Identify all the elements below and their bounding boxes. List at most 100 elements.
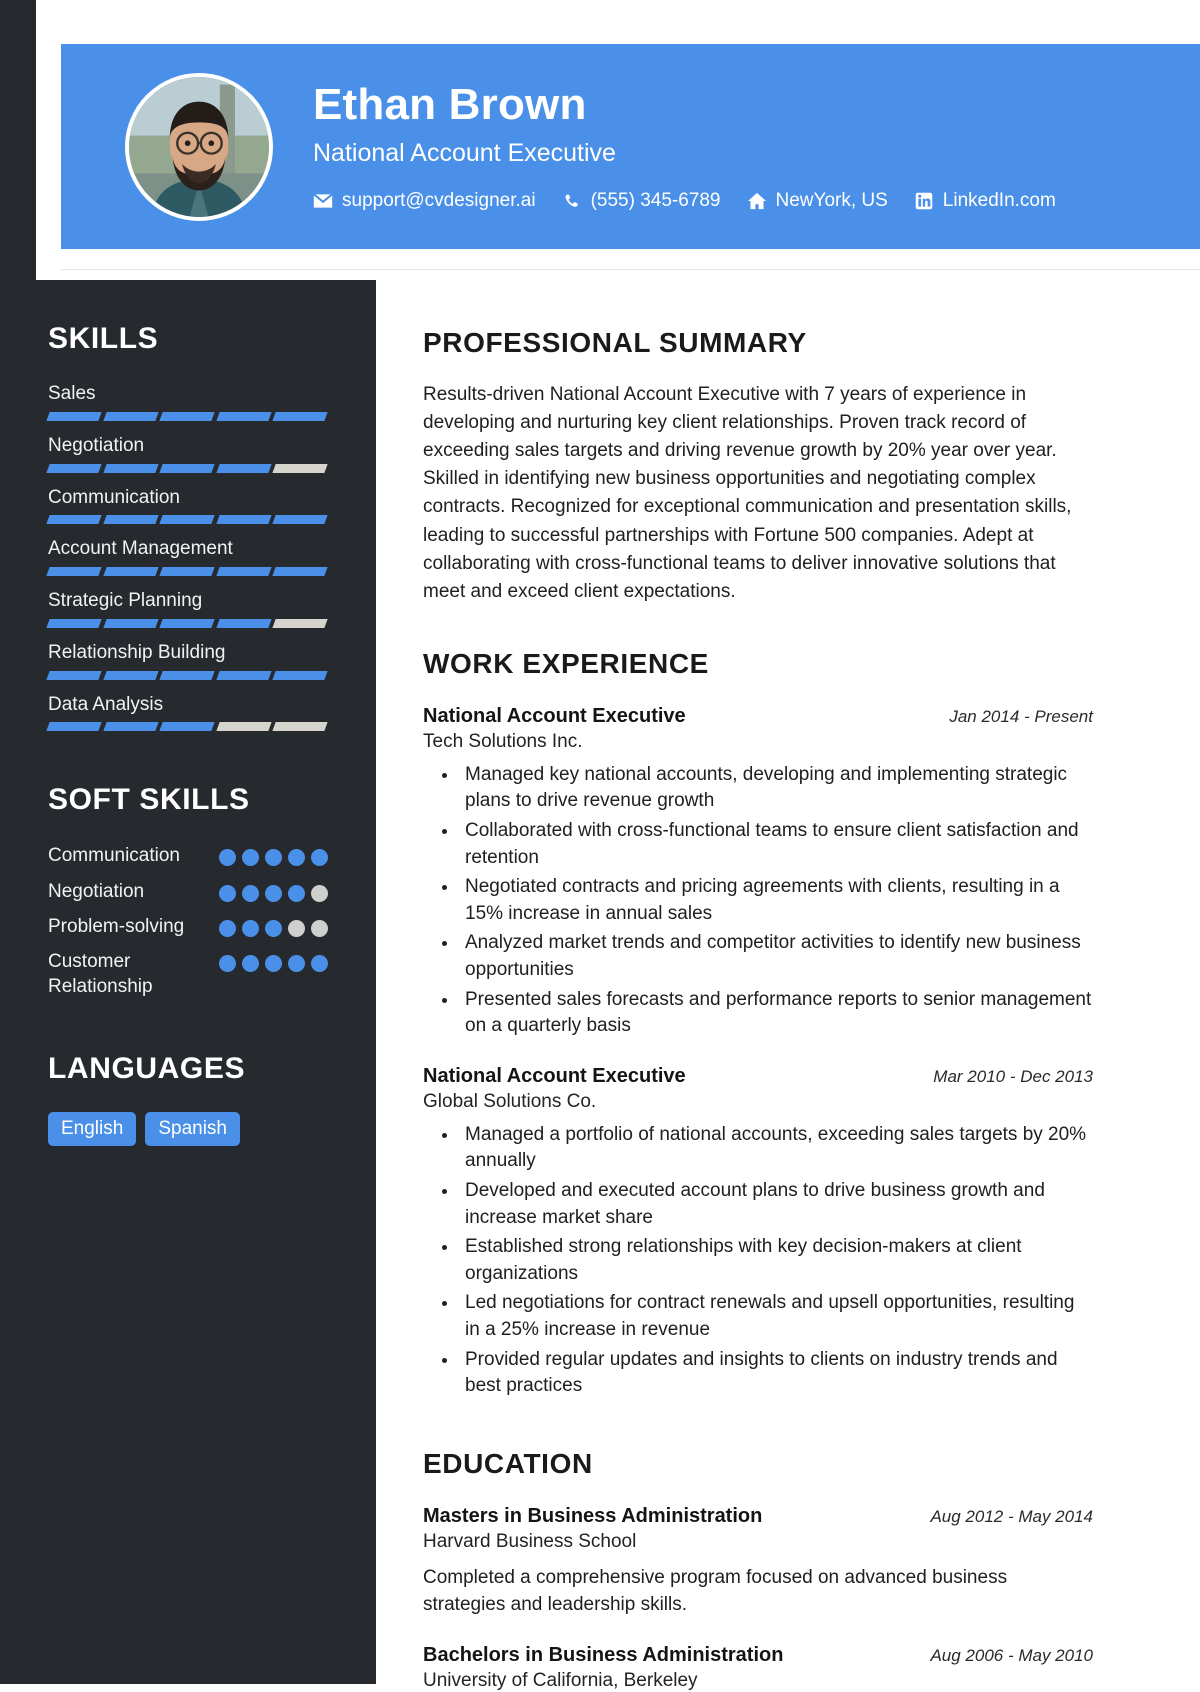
skill-bar-segment [272,618,328,628]
responsibility-item: Presented sales forecasts and performanc… [459,987,1093,1040]
employer-name: Global Solutions Co. [423,1090,597,1112]
skill-bar-segment [272,515,328,525]
employer-name: Tech Solutions Inc. [423,730,583,752]
contact-phone[interactable]: (555) 345-6789 [562,190,721,212]
responsibility-item: Analyzed market trends and competitor ac… [459,930,1093,983]
skill-bar-segment [272,567,328,576]
soft-skill-label: Communication [48,845,180,867]
entry-date-range: Aug 2012 - May 2014 [930,1506,1093,1526]
rating-dot [265,919,282,937]
languages-section: LANGUAGES English Spanish [48,1052,328,1147]
full-name: Ethan Brown [313,80,587,130]
skill-row: Data Analysis [46,693,328,732]
rating-dot [219,919,236,937]
skill-bar-segment [46,411,102,421]
skill-bar-segment [102,463,158,473]
skill-label: Data Analysis [48,693,164,715]
rating-dot [265,884,282,902]
rating-dot [311,849,328,867]
education-heading: EDUCATION [423,1447,593,1479]
entry-title: Bachelors in Business Administration [423,1643,784,1666]
soft-skill-row: Problem-solving [48,914,328,939]
rating-dot [219,849,236,867]
skill-bar-segment [272,463,328,473]
job-title: National Account Executive [313,138,616,167]
responsibility-list: Managed a portfolio of national accounts… [423,1122,1093,1400]
skill-bar-segment [216,463,272,473]
contact-email-label: support@cvdesigner.ai [342,189,536,211]
rating-dot [242,955,259,973]
contact-linkedin[interactable]: LinkedIn.com [914,190,1056,212]
soft-skills-section: SOFT SKILLS Communication Negotiation Prob… [48,783,328,999]
rating-dot [219,884,236,902]
contact-location[interactable]: NewYork, US [747,190,888,212]
contact-email[interactable]: support@cvdesigner.ai [313,190,536,212]
skill-bar-segment [159,618,215,628]
soft-skill-row: Negotiation [48,879,328,904]
rating-dot [288,884,305,902]
education-section: EDUCATION Masters in Business Administra… [423,1448,1093,1692]
entry-header-row: Bachelors in Business Administration Aug … [423,1644,1093,1667]
rating-dot [242,849,259,867]
rating-dot [288,955,305,973]
contact-phone-label: (555) 345-6789 [590,189,721,211]
skill-bar-segment [102,722,158,732]
skill-bar-segment [216,515,272,525]
skill-row: Sales [46,382,328,421]
entry-title: National Account Executive [423,1064,686,1087]
skill-row: Account Management [46,537,328,576]
header-text-block: Ethan Brown National Account Executive s… [313,80,1056,212]
responsibility-list: Managed key national accounts, developin… [423,762,1093,1040]
soft-skill-rating-dots [219,843,328,867]
responsibility-item: Managed key national accounts, developin… [459,762,1093,815]
language-tag[interactable]: English [48,1111,137,1147]
education-entry-list: Masters in Business Administration Aug 20… [423,1505,1093,1692]
skill-bar-segment [46,567,102,576]
skill-bar-segment [216,411,272,421]
phone-icon [562,191,582,211]
skill-bar-segment [216,722,272,732]
skill-bar-segment [159,411,215,421]
responsibility-item: Established strong relationships with ke… [459,1234,1093,1287]
skill-bar-segment [102,567,158,576]
home-icon [747,191,767,211]
skill-bar-segment [46,670,102,680]
entry-header-row: National Account Executive Mar 2010 - Dec… [423,1065,1093,1088]
institution-name: University of California, Berkeley [423,1669,698,1691]
soft-skill-rating-dots [219,879,328,902]
work-entry: National Account Executive Mar 2010 - Dec… [423,1065,1093,1400]
rating-dot [265,849,282,867]
rating-dot [311,919,328,937]
work-heading: WORK EXPERIENCE [423,647,709,679]
skill-bar-segment [159,515,215,525]
language-tag[interactable]: Spanish [145,1111,240,1147]
header-divider [61,269,1200,270]
skill-bar-segment [46,722,102,732]
entry-date-range: Aug 2006 - May 2010 [930,1645,1093,1665]
skill-level-bar [46,515,328,525]
entry-title: Masters in Business Administration [423,1504,763,1527]
soft-skills-list: Communication Negotiation Problem-solving C… [48,843,328,999]
avatar [125,72,273,221]
skill-level-bar [46,722,328,732]
skill-bar-segment [46,618,102,628]
skill-bar-segment [159,670,215,680]
entry-header-row: Masters in Business Administration Aug 20… [423,1505,1093,1528]
header-banner: Ethan Brown National Account Executive s… [61,44,1200,249]
education-entry: Bachelors in Business Administration Aug … [423,1644,1093,1692]
education-entry: Masters in Business Administration Aug 20… [423,1505,1093,1619]
soft-skill-label: Negotiation [48,880,145,902]
work-experience-section: WORK EXPERIENCE National Account Executi… [423,648,1093,1400]
responsibility-item: Collaborated with cross-functional teams… [459,818,1093,871]
rating-dot [242,884,259,902]
linkedin-icon [914,191,934,211]
skill-bar-segment [272,411,328,421]
responsibility-item: Managed a portfolio of national accounts… [459,1122,1093,1175]
sidebar-top-strip [0,0,36,280]
entry-header-row: National Account Executive Jan 2014 - Pre… [423,705,1093,728]
header-area: Ethan Brown National Account Executive s… [36,0,1200,280]
work-entry-list: National Account Executive Jan 2014 - Pre… [423,705,1093,1400]
skill-label: Account Management [48,538,233,560]
skill-bar-segment [272,722,328,732]
rating-dot [311,884,328,902]
